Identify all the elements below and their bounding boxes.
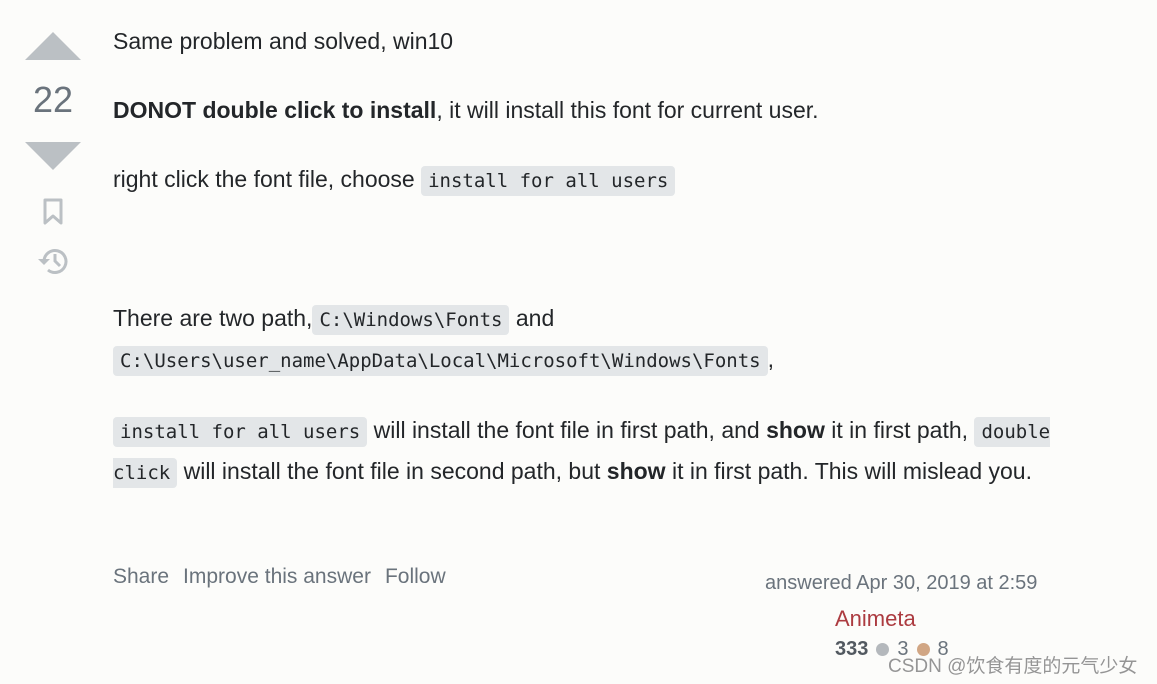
paragraph-2: DONOT double click to install, it will i… [113,91,1113,130]
bold-text: show [606,458,666,484]
share-link[interactable]: Share [113,565,169,589]
bookmark-icon[interactable] [42,198,64,226]
text: it in first path. This will mislead you. [665,458,1032,484]
vote-count: 22 [32,79,74,120]
bold-text: show [766,417,825,443]
inline-code: C:\Users\user_name\AppData\Local\Microso… [113,346,768,376]
text: There are two path, [113,305,313,331]
text: right click the font file, choose [113,166,422,192]
text: will install the font file in first path… [367,417,767,443]
paragraph-3: right click the font file, choose instal… [113,160,1113,201]
text: and [509,305,555,331]
follow-link[interactable]: Follow [385,565,446,589]
reputation-score: 333 [835,638,869,660]
text: , [767,346,774,372]
history-icon[interactable] [36,246,70,276]
inline-code: install for all users [421,166,676,196]
vote-cell: 22 [22,32,84,276]
downvote-arrow-icon[interactable] [25,142,81,170]
upvote-arrow-icon[interactable] [25,32,81,60]
inline-code: install for all users [113,417,368,447]
text: , it will install this font for current … [436,97,819,123]
text: Same problem and solved, win10 [113,28,454,54]
inline-code: C:\Windows\Fonts [312,305,510,335]
user-name-link[interactable]: Animeta [835,606,916,632]
text: it in first path, [824,417,975,443]
answer-body: Same problem and solved, win10 DONOT dou… [113,22,1113,493]
post-actions: Share Improve this answer Follow [113,565,446,589]
paragraph-4: There are two path, C:\Windows\Fonts and … [113,299,1113,381]
text: will install the font file in second pat… [177,458,607,484]
paragraph-1: Same problem and solved, win10 [113,22,1113,61]
improve-answer-link[interactable]: Improve this answer [183,565,371,589]
answered-timestamp: answered Apr 30, 2019 at 2:59 [765,572,1038,594]
bold-text: DONOT double click to install [113,97,437,123]
watermark: CSDN @饮食有度的元气少女 [888,656,1138,677]
paragraph-5: install for all users will install the f… [113,411,1113,493]
